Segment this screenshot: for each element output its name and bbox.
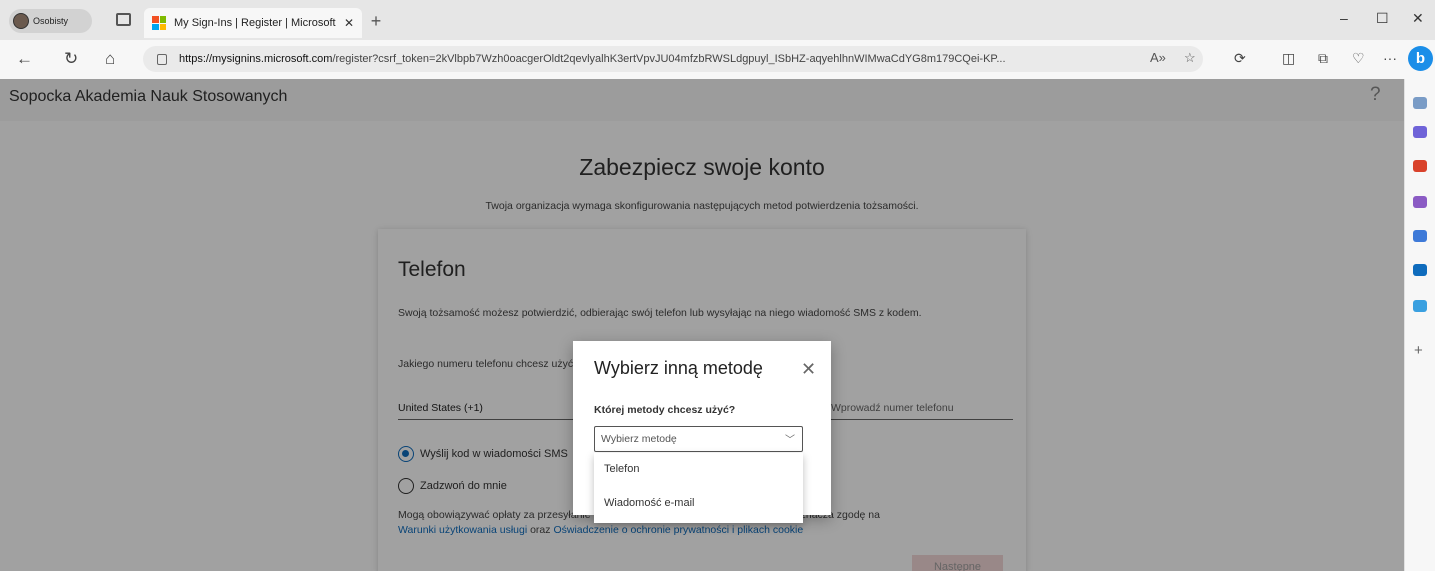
collections-icon[interactable]: ⧉ bbox=[1318, 50, 1328, 67]
lock-icon bbox=[157, 53, 167, 65]
new-tab-button[interactable]: + bbox=[366, 12, 386, 32]
url-path: /register?csrf_token=2kVlbpb7Wzh0oacgerO… bbox=[332, 53, 1006, 65]
maximize-button[interactable]: ☐ bbox=[1376, 10, 1389, 27]
send-icon[interactable] bbox=[1413, 300, 1427, 312]
microsoft-365-icon[interactable] bbox=[1413, 230, 1427, 242]
profile-button[interactable]: Osobisty bbox=[9, 9, 92, 33]
method-select-value: Wybierz metodę bbox=[601, 433, 677, 445]
method-select[interactable]: Wybierz metodę ﹀ bbox=[594, 426, 803, 452]
edge-sidebar bbox=[1404, 79, 1435, 571]
microsoft-logo-icon bbox=[152, 16, 166, 30]
dialog-method-label: Której metody chcesz użyć? bbox=[594, 404, 736, 416]
outlook-icon[interactable] bbox=[1413, 264, 1427, 276]
chevron-down-icon: ﹀ bbox=[785, 435, 795, 446]
split-screen-icon[interactable]: ◫ bbox=[1282, 50, 1295, 67]
more-icon[interactable]: ··· bbox=[1383, 50, 1397, 66]
profile-label: Osobisty bbox=[33, 16, 69, 26]
browser-tab[interactable]: My Sign-Ins | Register | Microsoft ✕ bbox=[144, 8, 362, 38]
refresh-icon[interactable]: ↻ bbox=[64, 49, 78, 69]
dialog-title: Wybierz inną metodę bbox=[594, 358, 763, 378]
tab-title: My Sign-Ins | Register | Microsoft bbox=[174, 17, 336, 29]
favorite-star-icon[interactable]: ☆ bbox=[1184, 50, 1196, 66]
tab-close-icon[interactable]: ✕ bbox=[344, 16, 354, 30]
profile-avatar bbox=[13, 13, 29, 29]
home-icon[interactable]: ⌂ bbox=[105, 49, 115, 69]
minimize-button[interactable]: ‒ bbox=[1340, 10, 1348, 26]
tools-icon[interactable] bbox=[1413, 160, 1427, 172]
browser-essentials-icon[interactable]: ♡ bbox=[1352, 50, 1365, 67]
tab-actions-icon[interactable] bbox=[116, 13, 131, 26]
dialog-close-icon[interactable]: ✕ bbox=[801, 359, 816, 379]
add-sidebar-app-icon[interactable]: + bbox=[1414, 342, 1423, 359]
bing-copilot-icon[interactable]: b bbox=[1408, 46, 1433, 71]
read-aloud-icon[interactable]: A» bbox=[1150, 50, 1166, 65]
url-host: https://mysignins.microsoft.com bbox=[179, 53, 333, 65]
window-close-button[interactable]: ✕ bbox=[1412, 10, 1424, 27]
back-icon[interactable]: ← bbox=[16, 49, 33, 69]
extensions-icon[interactable]: ⟳ bbox=[1234, 50, 1246, 67]
search-icon[interactable] bbox=[1413, 97, 1427, 109]
option-email[interactable]: Wiadomość e-mail bbox=[594, 487, 803, 519]
url-field[interactable]: https://mysignins.microsoft.com/register… bbox=[143, 46, 1203, 72]
method-dropdown-list: Telefon Wiadomość e-mail bbox=[594, 453, 803, 523]
games-icon[interactable] bbox=[1413, 196, 1427, 208]
option-telefon[interactable]: Telefon bbox=[594, 453, 803, 485]
discover-icon[interactable] bbox=[1413, 126, 1427, 138]
